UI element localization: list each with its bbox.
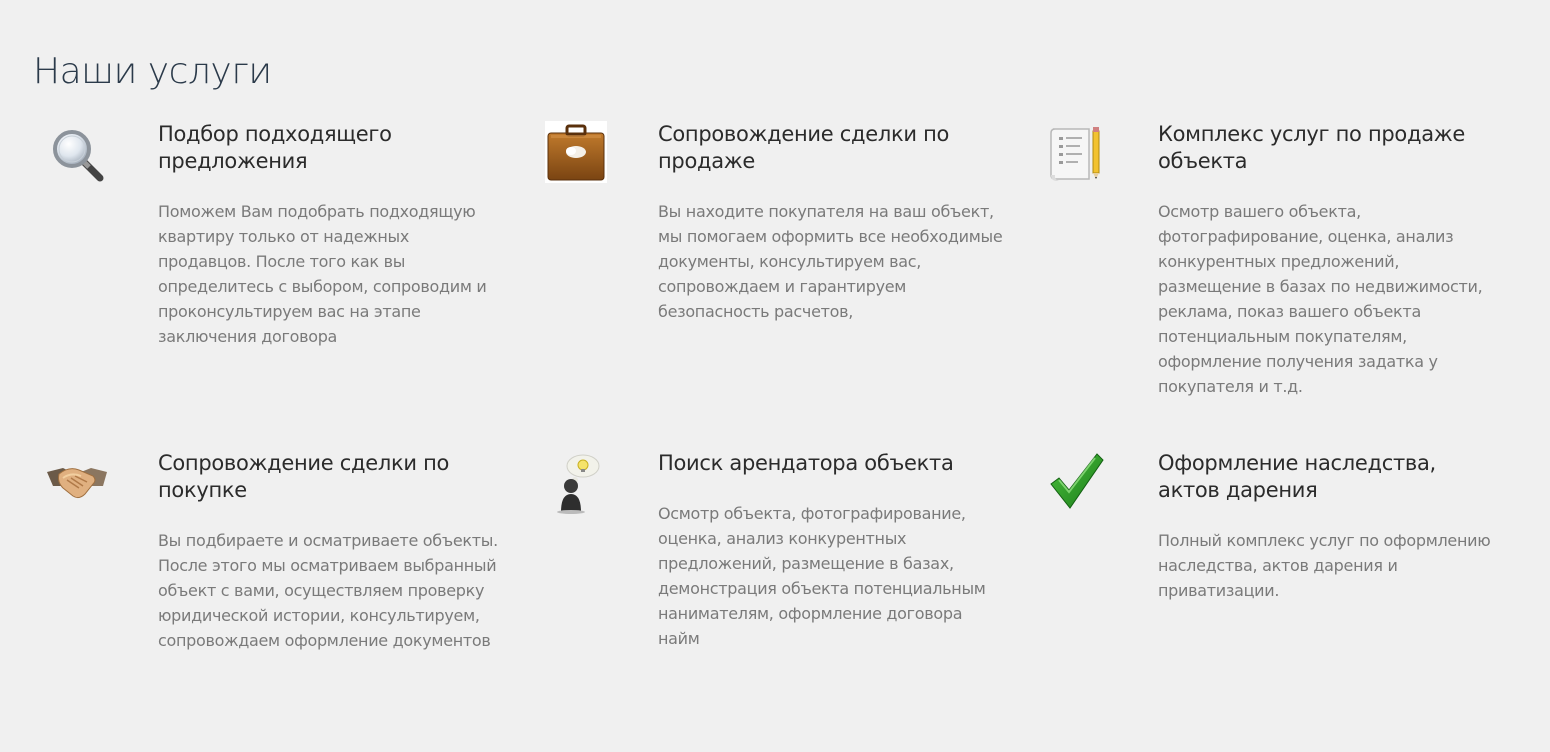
briefcase-icon	[545, 121, 609, 185]
service-description: Осмотр объекта, фотографирование, оценка…	[658, 504, 986, 648]
service-description: Поможем Вам подобрать подходящую квартир…	[158, 202, 487, 346]
service-title: Подбор подходящего предложения	[158, 122, 392, 173]
page-title: Наши услуги	[33, 51, 272, 92]
service-title: Сопровождение сделки по продаже	[658, 122, 950, 173]
service-description: Полный комплекс услуг по оформлению насл…	[1158, 531, 1491, 600]
service-description: Вы подбираете и осматриваете объекты. По…	[158, 531, 498, 650]
service-title: Комплекс услуг по продаже объекта	[1158, 122, 1465, 173]
service-title: Оформление наследства, актов дарения	[1158, 451, 1436, 502]
service-description: Осмотр вашего объекта, фотографирование,…	[1158, 202, 1483, 396]
handshake-icon	[45, 450, 109, 514]
document-pencil-icon	[1045, 121, 1109, 185]
person-idea-icon	[545, 450, 609, 514]
service-title: Сопровождение сделки по покупке	[158, 451, 450, 502]
magnifier-icon	[45, 121, 109, 185]
checkmark-icon	[1045, 450, 1109, 514]
service-title: Поиск арендатора объекта	[658, 451, 954, 475]
service-description: Вы находите покупателя на ваш объект, мы…	[658, 202, 1003, 321]
